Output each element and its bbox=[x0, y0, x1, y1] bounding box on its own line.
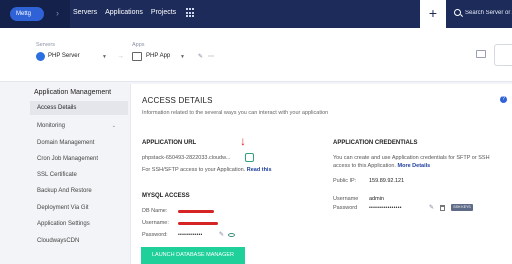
redacted-db-username bbox=[178, 222, 218, 225]
sidebar-item-label: Monitoring bbox=[37, 123, 66, 129]
nav-servers[interactable]: Servers bbox=[73, 9, 97, 16]
arrow-right-icon: → bbox=[117, 53, 124, 60]
db-name-label: DB Name: bbox=[142, 208, 168, 214]
cred-password-value: •••••••••••••••• bbox=[369, 205, 402, 211]
sidebar-item-label: Cron Job Management bbox=[37, 156, 99, 162]
public-ip-value: 159.89.92.121 bbox=[369, 178, 405, 184]
app-selector[interactable]: PHP App bbox=[146, 53, 170, 59]
credentials-description-2-text: access to this Application. bbox=[333, 163, 396, 169]
credentials-description-1: You can create and use Application crede… bbox=[333, 155, 490, 161]
redacted-db-name bbox=[178, 210, 214, 213]
launch-database-manager-button[interactable]: LAUNCH DATABASE MANAGER bbox=[141, 247, 245, 264]
server-selector[interactable]: PHP Server bbox=[48, 53, 80, 59]
sidebar-title: Application Management bbox=[34, 89, 112, 96]
sidebar-item-label: Application Settings bbox=[37, 221, 90, 227]
credentials-heading: APPLICATION CREDENTIALS bbox=[333, 140, 418, 146]
brand-logo[interactable]: Mettg bbox=[10, 7, 44, 21]
credentials-description-2: access to this Application. More Details bbox=[333, 163, 430, 169]
apps-grid-icon[interactable] bbox=[186, 8, 196, 18]
app-url-heading: APPLICATION URL bbox=[142, 140, 197, 146]
brand-area[interactable]: Mettg › bbox=[0, 0, 70, 28]
trash-icon[interactable] bbox=[440, 205, 445, 211]
cred-username-label: Username bbox=[333, 196, 359, 202]
edit-icon[interactable]: ✎ bbox=[429, 204, 434, 211]
add-button[interactable]: + bbox=[420, 0, 446, 28]
sidebar-item-label: Access Details bbox=[37, 105, 77, 111]
sidebar-item-ssl-certificate[interactable]: SSL Certificate bbox=[30, 168, 128, 182]
page-description: Information related to the several ways … bbox=[142, 110, 329, 116]
sidebar-item-label: Domain Management bbox=[37, 140, 95, 146]
cred-password-label: Password bbox=[333, 205, 358, 211]
sidebar-item-label: Backup And Restore bbox=[37, 188, 92, 194]
sidebar-item-deployment-via-git[interactable]: Deployment Via Git bbox=[30, 201, 128, 215]
copy-icon[interactable] bbox=[245, 153, 254, 162]
sidebar-item-application-settings[interactable]: Application Settings bbox=[30, 217, 128, 231]
cred-username-value: admin bbox=[369, 196, 384, 202]
annotation-arrow-icon: ↓ bbox=[240, 134, 246, 148]
app-url-link[interactable]: phpstack-650493-2822033.cloudw... bbox=[142, 155, 230, 161]
chevron-right-icon: › bbox=[56, 8, 59, 18]
servers-label: Servers bbox=[36, 42, 55, 48]
read-this-link[interactable]: Read this bbox=[247, 167, 272, 173]
page-title: ACCESS DETAILS bbox=[142, 96, 213, 105]
apps-label: Apps bbox=[132, 42, 145, 48]
app-icon bbox=[132, 52, 142, 61]
chevron-down-icon: ⌄ bbox=[111, 123, 116, 129]
mysql-heading: MYSQL ACCESS bbox=[142, 193, 190, 199]
sftp-note-text: For SSH/SFTP access to your Application. bbox=[142, 167, 246, 173]
public-ip-label: Public IP: bbox=[333, 178, 357, 184]
help-icon[interactable]: ? bbox=[500, 96, 507, 103]
sidebar-item-domain-management[interactable]: Domain Management bbox=[30, 136, 128, 150]
server-logo-icon bbox=[36, 52, 45, 61]
eye-icon[interactable] bbox=[228, 233, 235, 237]
ssh-keys-button[interactable]: SSH KEYS bbox=[451, 204, 473, 211]
nav-projects[interactable]: Projects bbox=[151, 9, 176, 16]
search-icon[interactable] bbox=[454, 9, 461, 16]
edit-icon[interactable]: ✎ bbox=[219, 231, 224, 238]
search-input[interactable]: Search Server or App bbox=[465, 10, 512, 16]
chevron-down-icon[interactable]: ▼ bbox=[180, 54, 185, 60]
edit-icon[interactable]: ✎ bbox=[198, 53, 203, 60]
sidebar-item-backup-restore[interactable]: Backup And Restore bbox=[30, 184, 128, 198]
sidebar-item-label: SSL Certificate bbox=[37, 172, 77, 178]
top-navigation-bar: Mettg › Servers Applications Projects + … bbox=[0, 0, 512, 28]
sidebar-item-label: Deployment Via Git bbox=[37, 205, 89, 211]
sidebar-item-cron-job-management[interactable]: Cron Job Management bbox=[30, 152, 128, 166]
sidebar-item-monitoring[interactable]: Monitoring ⌄ bbox=[30, 119, 128, 133]
chevron-down-icon[interactable]: ▼ bbox=[102, 54, 107, 60]
sftp-note: For SSH/SFTP access to your Application.… bbox=[142, 167, 272, 173]
more-details-link[interactable]: More Details bbox=[398, 163, 431, 169]
main-nav: Servers Applications Projects bbox=[73, 9, 176, 16]
db-username-label: Username: bbox=[142, 220, 169, 226]
nav-applications[interactable]: Applications bbox=[105, 9, 143, 16]
side-panel-toggle[interactable] bbox=[494, 44, 512, 66]
sidebar-item-access-details[interactable]: Access Details bbox=[30, 101, 128, 115]
db-password-value: •••••••••••• bbox=[178, 232, 203, 238]
sidebar-item-cloudwayscdn[interactable]: CloudwaysCDN bbox=[30, 234, 128, 248]
sidebar-item-label: CloudwaysCDN bbox=[37, 238, 80, 244]
files-icon[interactable] bbox=[476, 50, 486, 58]
more-options-icon[interactable]: ⋯ bbox=[208, 53, 214, 60]
db-password-label: Password: bbox=[142, 232, 168, 238]
